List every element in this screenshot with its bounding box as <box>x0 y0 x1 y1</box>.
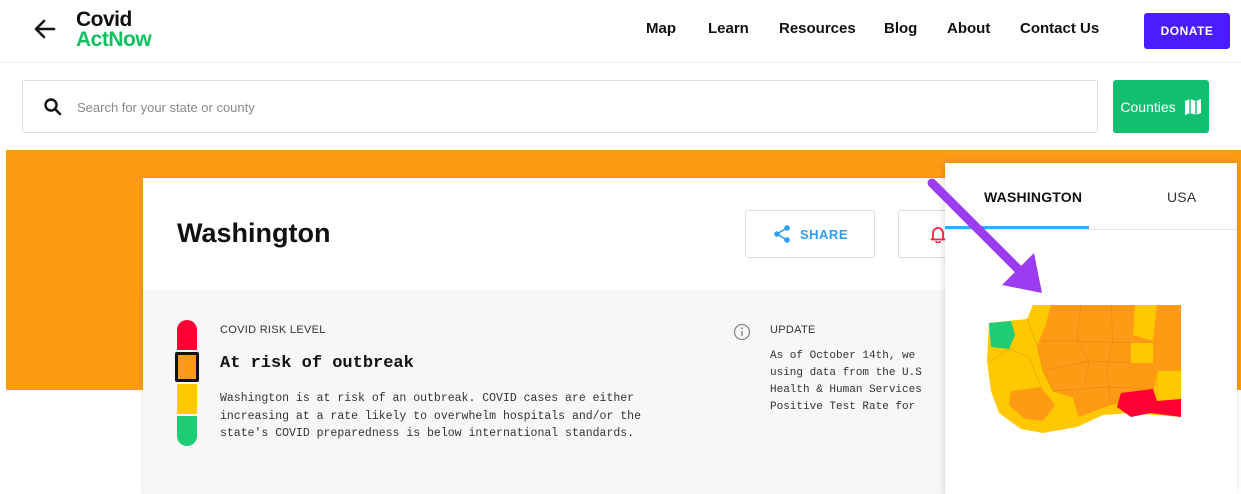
share-button[interactable]: SHARE <box>745 210 875 258</box>
logo[interactable]: Covid ActNow <box>76 8 152 51</box>
location-card: Washington SHARE COVID RISK LEVEL At ris… <box>143 178 988 494</box>
card-header: Washington SHARE <box>143 178 988 290</box>
tab-washington[interactable]: WASHINGTON <box>984 189 1082 205</box>
map-icon <box>1184 98 1201 115</box>
risk-segment-red <box>177 320 197 350</box>
nav-about[interactable]: About <box>947 20 990 37</box>
nav-contact-us[interactable]: Contact Us <box>1020 20 1099 37</box>
share-label: SHARE <box>799 226 848 242</box>
search-input[interactable] <box>77 95 977 119</box>
risk-segment-green <box>177 416 197 446</box>
back-arrow-icon[interactable] <box>30 14 60 44</box>
logo-line-2: ActNow <box>76 28 152 51</box>
logo-line-1: Covid <box>76 8 132 31</box>
tab-divider <box>945 229 1237 230</box>
risk-description: Washington is at risk of an outbreak. CO… <box>220 392 641 440</box>
page-title: Washington <box>177 218 331 248</box>
update-label: UPDATE <box>770 324 816 336</box>
risk-segment-orange-selected <box>175 352 199 382</box>
risk-segment-yellow <box>177 384 197 414</box>
map-panel: WASHINGTON USA <box>945 163 1237 494</box>
nav-learn[interactable]: Learn <box>708 20 749 37</box>
card-body: COVID RISK LEVEL At risk of outbreak Was… <box>143 290 973 494</box>
donate-button[interactable]: DONATE <box>1144 13 1230 49</box>
nav-blog[interactable]: Blog <box>884 20 917 37</box>
nav-resources[interactable]: Resources <box>779 20 856 37</box>
counties-button[interactable]: Counties <box>1113 80 1209 133</box>
counties-label: Counties <box>1120 98 1176 115</box>
search-bar[interactable] <box>22 80 1098 133</box>
info-icon[interactable] <box>733 323 751 341</box>
risk-level-label: COVID RISK LEVEL <box>220 324 326 336</box>
share-icon <box>774 225 790 243</box>
risk-level-value: At risk of outbreak <box>220 354 414 373</box>
tab-usa[interactable]: USA <box>1167 189 1196 205</box>
header-divider <box>0 62 1241 63</box>
header: Covid ActNow Map Learn Resources Blog Ab… <box>0 0 1241 62</box>
risk-gauge <box>175 320 199 446</box>
update-text: As of October 14th, we using data from t… <box>770 350 922 413</box>
nav-map[interactable]: Map <box>646 20 676 37</box>
search-icon <box>44 98 62 116</box>
washington-county-map[interactable] <box>981 301 1183 437</box>
